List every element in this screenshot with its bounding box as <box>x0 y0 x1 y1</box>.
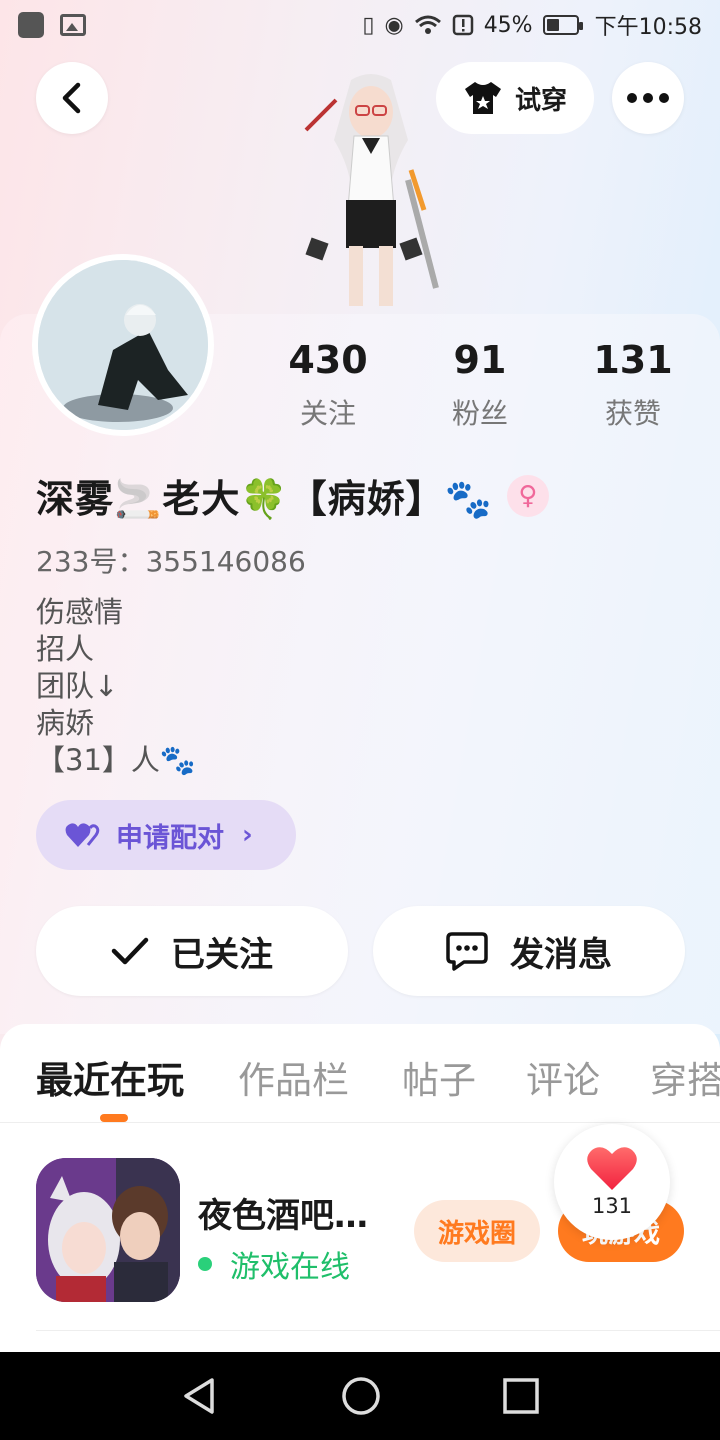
user-bio: 伤感情 招人 团队↓ 病娇 【31】人🐾 <box>36 594 196 779</box>
chevron-left-icon <box>62 82 81 114</box>
following-count: 430 <box>288 338 368 382</box>
likes-count: 131 <box>593 338 673 382</box>
game-status: 游戏在线 <box>198 1242 350 1286</box>
followers-label: 粉丝 <box>451 397 508 430</box>
followers-count: 91 <box>453 338 507 382</box>
tab-comments[interactable]: 评论 <box>526 1050 600 1104</box>
user-id[interactable]: 233号：355146086 <box>36 540 306 580</box>
user-name: 深雾🚬老大🍀【病娇】🐾 <box>36 477 493 521</box>
tab-active-indicator <box>100 1114 128 1122</box>
wifi-icon <box>414 15 441 34</box>
heart-icon <box>587 1147 637 1190</box>
back-button[interactable] <box>36 62 108 134</box>
vibrate-icon: ▯ <box>362 12 375 38</box>
following-label: 关注 <box>299 397 356 430</box>
tab-divider <box>0 1122 720 1123</box>
row-divider <box>36 1330 720 1331</box>
apply-match-label: 申请配对 <box>116 822 224 854</box>
send-message-label: 发消息 <box>510 934 612 975</box>
alert-icon <box>452 14 473 36</box>
tab-works[interactable]: 作品栏 <box>238 1050 349 1104</box>
app-notification-icon <box>18 12 44 38</box>
recents-square-icon[interactable] <box>502 1377 540 1415</box>
clock: 下午10:58 <box>594 15 702 40</box>
status-bar: ▯ ◉ 45% 下午10:58 <box>0 0 720 50</box>
system-nav-bar <box>0 1352 720 1440</box>
tab-posts[interactable]: 帖子 <box>402 1050 476 1104</box>
eye-icon: ◉ <box>384 12 404 38</box>
game-status-label: 游戏在线 <box>230 1250 350 1285</box>
try-on-button[interactable]: 试穿 <box>436 62 594 134</box>
stat-followers[interactable]: 91 粉丝 <box>410 338 550 432</box>
bio-line: 伤感情 <box>36 595 124 629</box>
bio-line: 病娇 <box>36 706 95 740</box>
tab-recently-played[interactable]: 最近在玩 <box>36 1050 184 1104</box>
try-on-label: 试穿 <box>514 85 567 116</box>
apply-match-button[interactable]: 申请配对 › <box>36 800 296 870</box>
bio-line: 团队↓ <box>36 669 119 703</box>
home-circle-icon[interactable] <box>340 1375 382 1417</box>
user-avatar[interactable] <box>32 254 214 436</box>
shirt-icon <box>464 82 501 114</box>
profile-tabs: 最近在玩 作品栏 帖子 评论 穿搭 <box>0 1040 720 1120</box>
battery-icon <box>542 15 583 35</box>
game-art <box>36 1158 180 1302</box>
game-title[interactable]: 夜色酒吧… <box>198 1188 368 1237</box>
stat-likes[interactable]: 131 获赞 <box>563 338 703 432</box>
name-row: 深雾🚬老大🍀【病娇】🐾 ♀ <box>36 468 549 523</box>
battery-percent: 45% <box>483 12 533 38</box>
bio-line: 【31】人🐾 <box>36 743 197 777</box>
like-count: 131 <box>591 1194 633 1218</box>
check-icon <box>111 937 149 965</box>
gallery-notification-icon <box>60 14 86 36</box>
bio-line: 招人 <box>36 632 95 666</box>
avatar-figure[interactable] <box>296 70 446 315</box>
like-button[interactable]: 131 <box>554 1124 670 1240</box>
more-button[interactable] <box>612 62 684 134</box>
online-dot-icon <box>198 1257 212 1271</box>
following-button-label: 已关注 <box>171 934 273 975</box>
female-icon: ♀ <box>506 474 549 517</box>
more-dots-icon <box>627 93 669 103</box>
following-button[interactable]: 已关注 <box>36 906 348 996</box>
back-triangle-icon[interactable] <box>180 1376 220 1416</box>
stat-following[interactable]: 430 关注 <box>258 338 398 432</box>
game-icon[interactable] <box>36 1158 180 1302</box>
double-heart-icon <box>65 823 100 847</box>
avatar-image <box>38 260 208 430</box>
likes-label: 获赞 <box>604 397 661 430</box>
game-circle-button[interactable]: 游戏圈 <box>414 1200 540 1262</box>
tab-outfits[interactable]: 穿搭 <box>650 1050 720 1104</box>
chevron-right-icon: › <box>242 820 253 850</box>
send-message-button[interactable]: 发消息 <box>373 906 685 996</box>
chat-bubble-icon <box>446 932 488 971</box>
